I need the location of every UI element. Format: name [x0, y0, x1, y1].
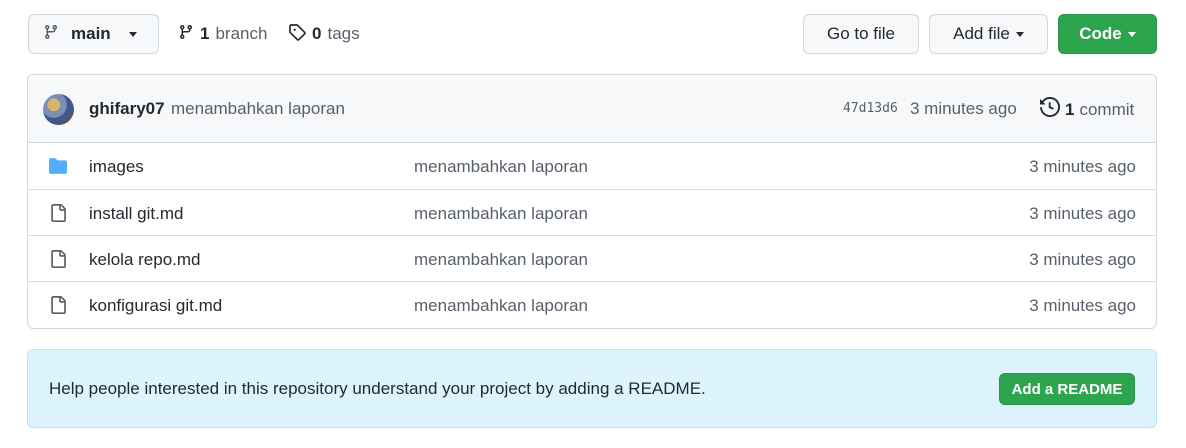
commit-time: 3 minutes ago — [910, 99, 1017, 118]
file-icon — [48, 296, 68, 314]
file-commit-message-link[interactable]: menambahkan laporan — [414, 204, 588, 224]
branch-label: branch — [215, 24, 268, 43]
commit-author-link[interactable]: ghifary07 — [89, 99, 165, 119]
table-row[interactable]: kelola repo.md menambahkan laporan 3 minut… — [28, 235, 1156, 281]
file-commit-time: 3 minutes ago — [1029, 157, 1136, 176]
file-name-link[interactable]: konfigurasi git.md — [89, 296, 222, 316]
tag-count: 0 — [312, 24, 322, 43]
file-list: images menambahkan laporan 3 minutes ago in… — [28, 143, 1156, 327]
tag-icon — [288, 23, 306, 46]
branches-link[interactable]: 1 branch — [178, 14, 267, 54]
chevron-down-icon — [1127, 31, 1136, 37]
go-to-file-button[interactable]: Go to file — [803, 14, 919, 54]
file-commit-message-link[interactable]: menambahkan laporan — [414, 250, 588, 270]
commit-sha-link[interactable]: 47d13d6 — [843, 101, 898, 116]
file-icon — [48, 204, 68, 222]
file-name-link[interactable]: install git.md — [89, 204, 183, 224]
table-row[interactable]: images menambahkan laporan 3 minutes ago — [28, 143, 1156, 189]
add-readme-button[interactable]: Add a README — [999, 373, 1135, 405]
table-row[interactable]: konfigurasi git.md menambahkan laporan 3 m… — [28, 281, 1156, 327]
file-commit-time: 3 minutes ago — [1029, 296, 1136, 315]
avatar[interactable] — [43, 94, 74, 125]
git-branch-icon — [43, 23, 59, 46]
file-browser: ghifary07 menambahkan laporan 47d13d6 3 … — [27, 74, 1157, 329]
chevron-down-icon — [128, 31, 137, 37]
tags-link[interactable]: 0 tags — [288, 14, 360, 54]
add-file-button[interactable]: Add file — [929, 14, 1048, 54]
add-file-label: Add file — [953, 24, 1010, 43]
branch-count: 1 — [200, 24, 210, 43]
file-name-link[interactable]: images — [89, 157, 144, 177]
repo-toolbar: main 1 branch 0 tags Go to file Add file… — [28, 14, 1158, 54]
latest-commit-bar: ghifary07 menambahkan laporan 47d13d6 3 … — [28, 75, 1156, 143]
commit-message-link[interactable]: menambahkan laporan — [171, 99, 345, 119]
code-label: Code — [1079, 24, 1122, 43]
code-button[interactable]: Code — [1058, 14, 1157, 54]
history-icon — [1040, 96, 1061, 122]
file-commit-time: 3 minutes ago — [1029, 250, 1136, 269]
tag-label: tags — [327, 24, 360, 43]
chevron-down-icon — [1015, 31, 1024, 37]
file-name-link[interactable]: kelola repo.md — [89, 250, 201, 270]
git-branch-icon — [178, 23, 194, 46]
branch-selector-button[interactable]: main — [28, 14, 159, 54]
file-commit-message-link[interactable]: menambahkan laporan — [414, 157, 588, 177]
readme-prompt-text: Help people interested in this repositor… — [49, 379, 706, 398]
readme-prompt-banner: Help people interested in this repositor… — [27, 349, 1157, 428]
folder-icon — [48, 157, 68, 175]
file-icon — [48, 250, 68, 268]
branch-name: main — [71, 24, 111, 43]
commit-count: 1 — [1065, 99, 1075, 119]
table-row[interactable]: install git.md menambahkan laporan 3 minut… — [28, 189, 1156, 235]
commit-history-link[interactable]: 1 commit — [1040, 96, 1135, 122]
commit-label: commit — [1079, 99, 1135, 119]
file-commit-time: 3 minutes ago — [1029, 204, 1136, 223]
file-commit-message-link[interactable]: menambahkan laporan — [414, 296, 588, 316]
